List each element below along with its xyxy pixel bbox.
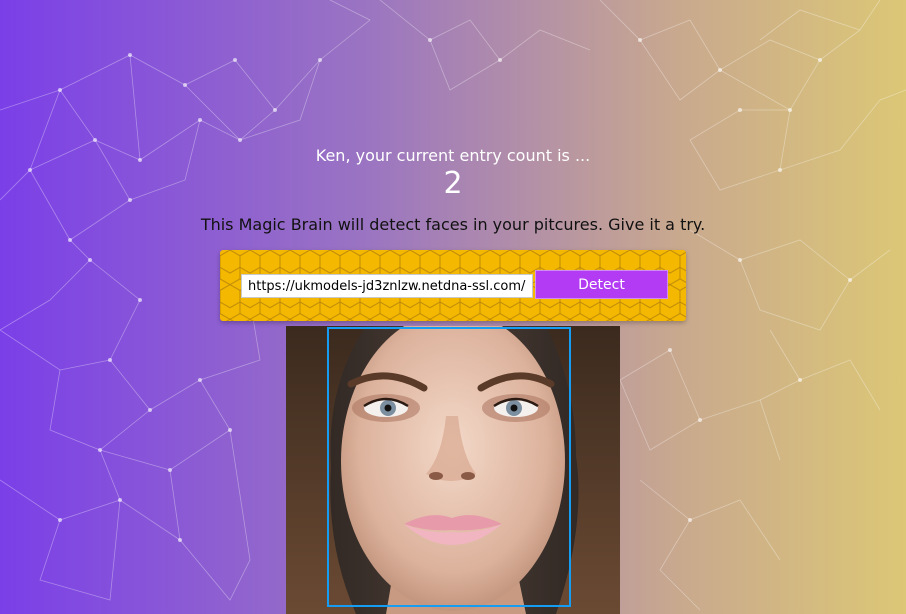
image-link-form: Detect [220,250,686,321]
detect-button[interactable]: Detect [535,270,668,299]
face-image [286,326,620,614]
entry-count-value: 2 [443,166,463,201]
image-url-input[interactable] [241,274,533,298]
face-bounding-box [327,327,571,607]
entry-count-message: Ken, your current entry count is ... [315,146,591,165]
instructions-text: This Magic Brain will detect faces in yo… [200,215,706,234]
